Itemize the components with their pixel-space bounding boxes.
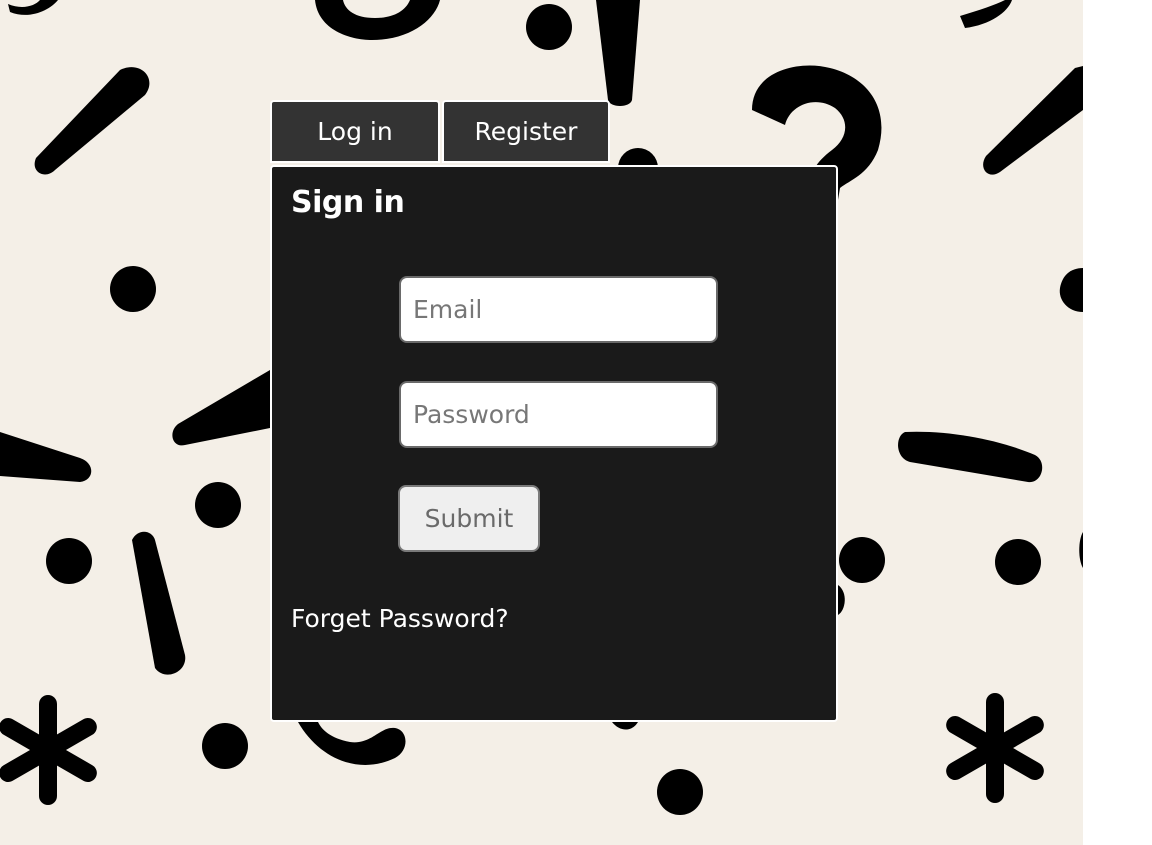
tab-login[interactable]: Log in [270,100,440,163]
submit-button[interactable]: Submit [398,485,540,552]
tab-login-label: Log in [317,117,393,146]
forgot-password-link[interactable]: Forget Password? [291,604,509,633]
panel-title: Sign in [291,185,405,220]
tab-register-label: Register [474,117,578,146]
sign-in-panel: Sign in Submit Forget Password? [270,165,838,722]
email-field[interactable] [399,276,718,343]
password-field[interactable] [399,381,718,448]
tab-register[interactable]: Register [442,100,610,163]
